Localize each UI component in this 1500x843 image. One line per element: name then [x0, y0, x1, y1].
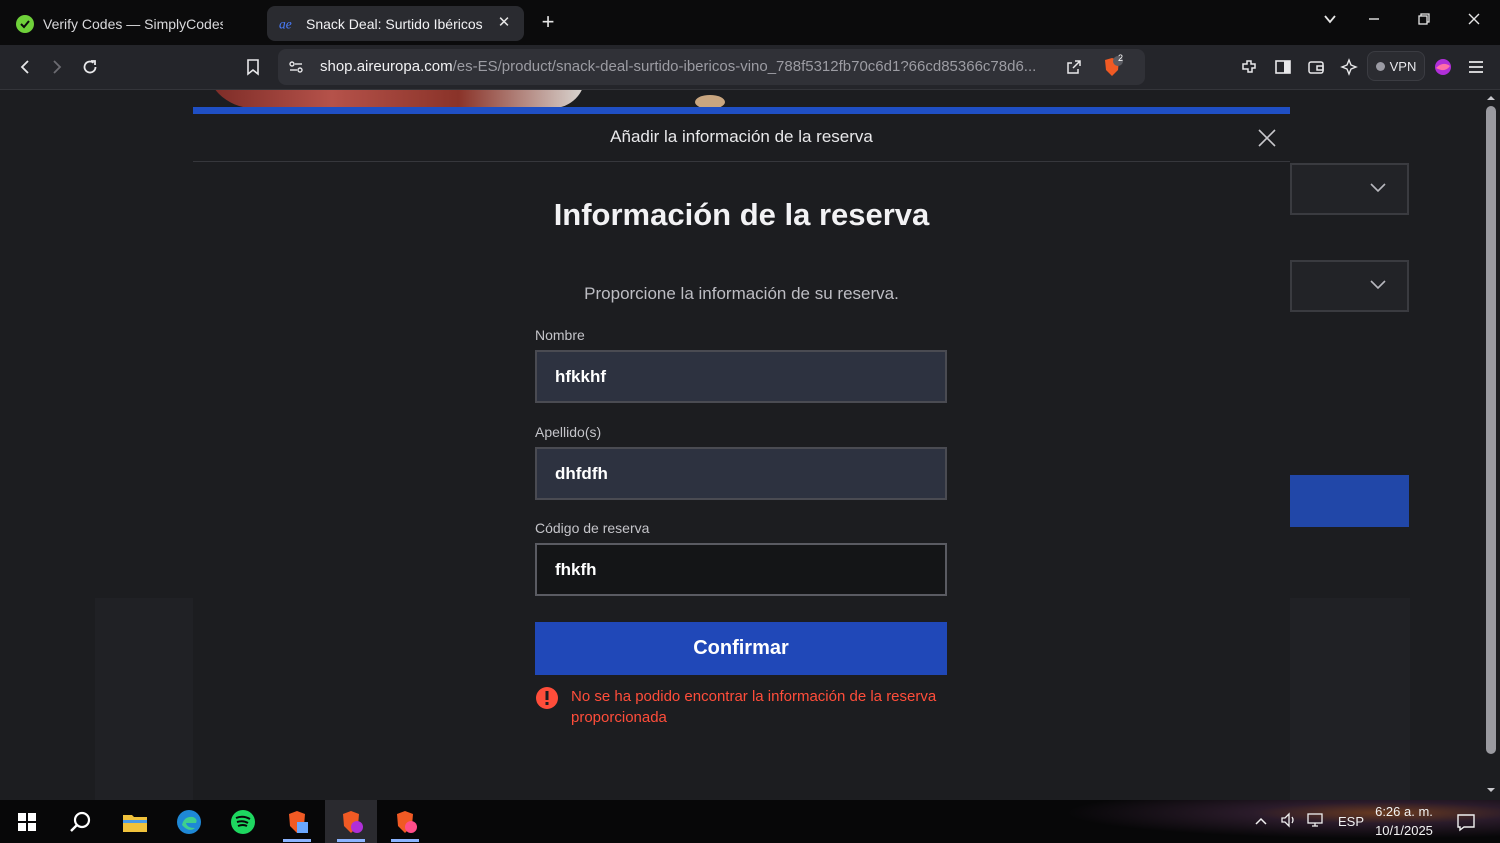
tab-list-chevron-icon[interactable]	[1317, 11, 1343, 33]
modal-header-title: Añadir la información de la reserva	[610, 127, 873, 146]
tab-aireuropa[interactable]: ae Snack Deal: Surtido Ibéricos + Vino ✕	[267, 6, 524, 41]
brave-taskbar-icon-active[interactable]	[325, 800, 377, 843]
nombre-field[interactable]: hfkkhf	[535, 350, 947, 403]
close-icon[interactable]	[1256, 127, 1278, 149]
scroll-down-icon[interactable]	[1482, 784, 1500, 796]
page-scrollbar[interactable]	[1482, 90, 1500, 800]
profile-icon[interactable]	[1431, 55, 1455, 79]
svg-text:ae: ae	[279, 16, 292, 31]
leo-ai-icon[interactable]	[1337, 55, 1361, 79]
running-indicator	[391, 839, 419, 842]
error-message: No se ha podido encontrar la información…	[535, 686, 955, 728]
codigo-reserva-field[interactable]: fhkfh	[535, 543, 947, 596]
apellidos-label: Apellido(s)	[535, 424, 602, 440]
chevron-down-icon	[1370, 280, 1386, 290]
tab-simplycodes[interactable]: Verify Codes — SimplyCodes	[8, 6, 258, 41]
simplycodes-icon	[16, 14, 34, 33]
booking-info-modal: Añadir la información de la reserva Info…	[193, 107, 1290, 800]
clock-date: 10/1/2025	[1375, 823, 1433, 838]
notifications-icon[interactable]	[1440, 800, 1492, 843]
chevron-down-icon	[1370, 183, 1386, 193]
error-icon	[535, 686, 559, 710]
running-indicator	[337, 839, 365, 842]
brave-badge: 2	[1118, 53, 1124, 63]
sidebar-icon[interactable]	[1271, 55, 1295, 79]
wallet-icon[interactable]	[1304, 55, 1328, 79]
error-text: No se ha podido encontrar la información…	[571, 688, 937, 726]
url-host: shop.aireuropa.com	[320, 58, 453, 75]
form-title: Información de la reserva	[553, 197, 930, 232]
background-select	[1290, 163, 1409, 215]
search-icon[interactable]	[54, 800, 106, 843]
url-path: /es-ES/product/snack-deal-surtido-iberic…	[452, 58, 1037, 75]
url-text: shop.aireuropa.com/es-ES/product/snack-d…	[320, 58, 1055, 75]
windows-taskbar: ESP 6:26 a. m. 10/1/2025	[0, 800, 1500, 843]
aireuropa-icon: ae	[279, 15, 297, 33]
form-subtitle: Proporcione la información de su reserva…	[584, 284, 899, 303]
tab-title: Snack Deal: Surtido Ibéricos + Vino	[306, 15, 486, 32]
new-tab-button[interactable]: +	[537, 11, 559, 33]
minimize-button[interactable]	[1361, 11, 1387, 33]
product-image	[205, 90, 585, 108]
bookmark-icon[interactable]	[240, 54, 266, 80]
forward-button[interactable]	[44, 54, 70, 80]
volume-icon[interactable]	[1276, 812, 1302, 831]
browser-toolbar: shop.aireuropa.com/es-ES/product/snack-d…	[0, 45, 1500, 90]
show-hidden-icons-icon[interactable]	[1250, 814, 1272, 829]
background-select	[1290, 260, 1409, 312]
vpn-label: VPN	[1389, 58, 1417, 74]
language-indicator[interactable]: ESP	[1338, 814, 1364, 829]
brave-shields-icon[interactable]: 2	[1100, 53, 1124, 79]
codigo-label: Código de reserva	[535, 520, 650, 536]
file-explorer-icon[interactable]	[109, 800, 161, 843]
modal-header: Añadir la información de la reserva	[193, 114, 1290, 162]
site-settings-icon[interactable]	[284, 55, 308, 79]
extensions-icon[interactable]	[1237, 55, 1261, 79]
clock[interactable]: 6:26 a. m. 10/1/2025	[1368, 802, 1440, 840]
restore-button[interactable]	[1411, 11, 1437, 33]
close-tab-icon[interactable]: ✕	[494, 13, 514, 33]
network-icon[interactable]	[1302, 812, 1328, 831]
vpn-button[interactable]: VPN	[1367, 51, 1425, 81]
tab-title: Verify Codes — SimplyCodes	[43, 15, 223, 32]
start-button[interactable]	[1, 800, 53, 843]
scroll-up-icon[interactable]	[1482, 92, 1500, 104]
scroll-thumb[interactable]	[1486, 106, 1496, 754]
clock-time: 6:26 a. m.	[1375, 804, 1433, 819]
apellidos-field[interactable]: dhfdfh	[535, 447, 947, 500]
confirm-button[interactable]: Confirmar	[535, 622, 947, 675]
brave-taskbar-icon[interactable]	[271, 800, 323, 843]
menu-icon[interactable]	[1464, 55, 1488, 79]
back-button[interactable]	[12, 54, 38, 80]
nombre-label: Nombre	[535, 327, 585, 343]
background-button	[1290, 475, 1409, 527]
spotify-icon[interactable]	[217, 800, 269, 843]
system-tray: ESP	[1250, 800, 1364, 843]
brave-taskbar-icon-2[interactable]	[379, 800, 431, 843]
vpn-status-icon	[1375, 61, 1385, 71]
close-window-button[interactable]	[1461, 11, 1487, 33]
share-icon[interactable]	[1062, 55, 1086, 79]
browser-tab-bar: Verify Codes — SimplyCodes ae Snack Deal…	[0, 0, 1500, 45]
edge-icon[interactable]	[163, 800, 215, 843]
address-bar[interactable]: shop.aireuropa.com/es-ES/product/snack-d…	[278, 49, 1145, 85]
page-viewport: Añadir la información de la reserva Info…	[0, 90, 1482, 800]
reload-button[interactable]	[77, 54, 103, 80]
running-indicator	[283, 839, 311, 842]
